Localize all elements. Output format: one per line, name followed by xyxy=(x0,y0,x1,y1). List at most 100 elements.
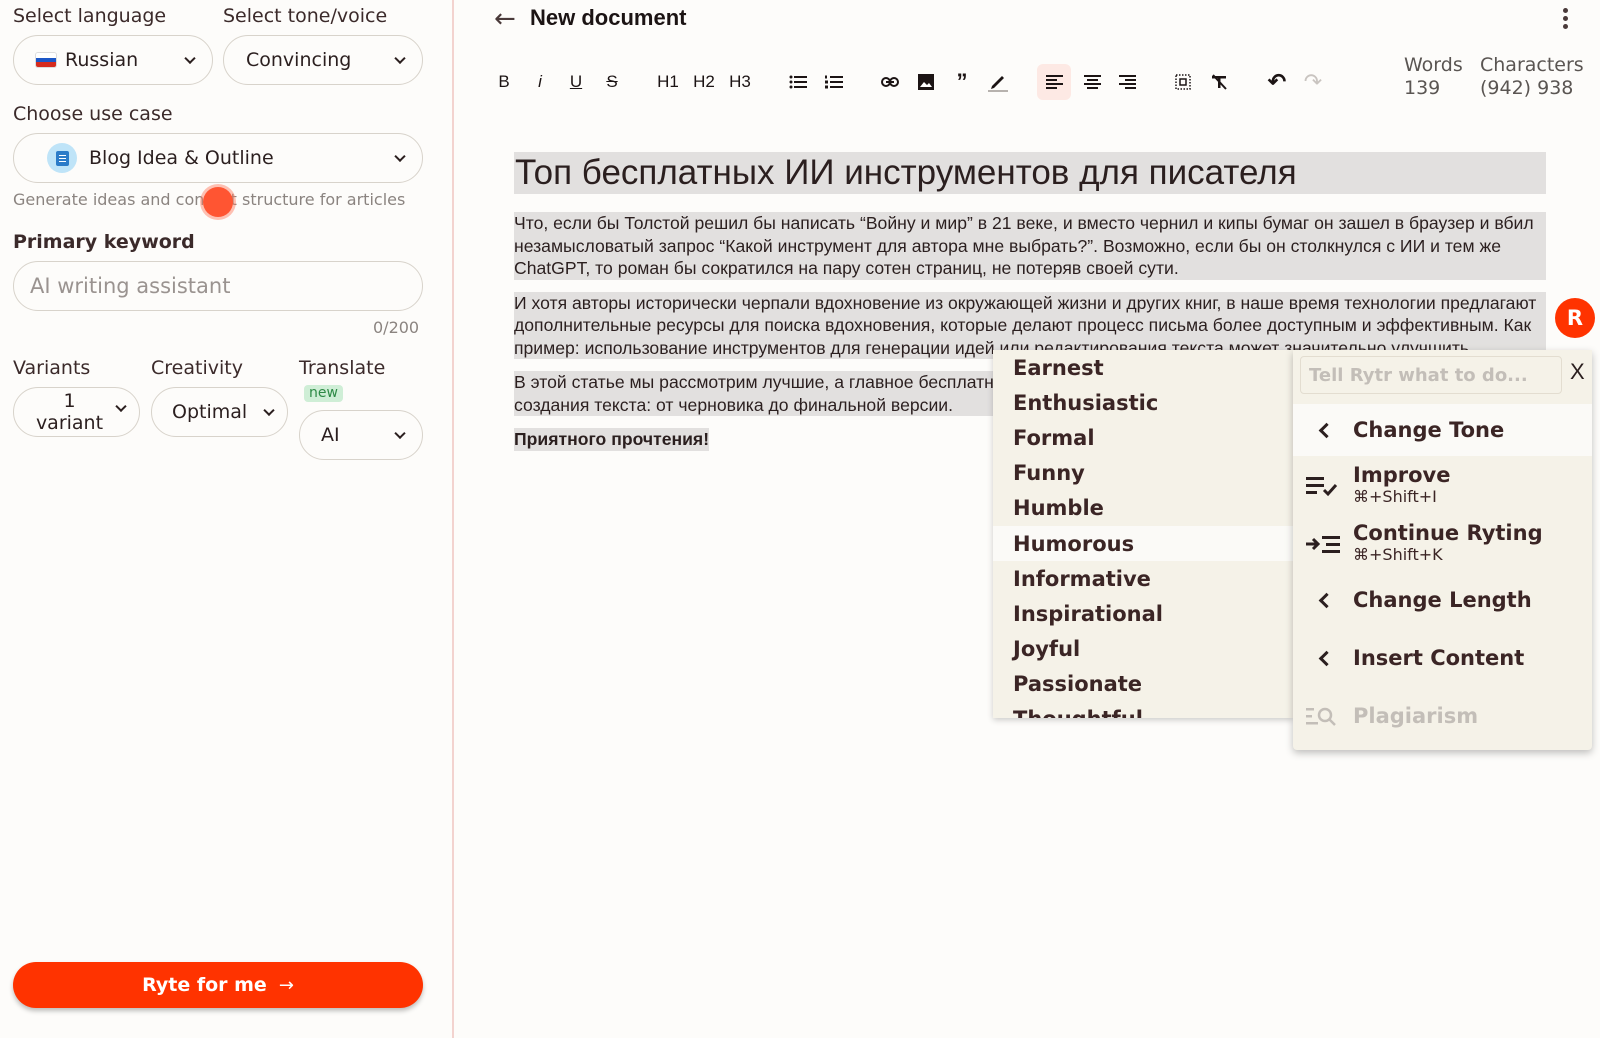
variants-value-count: 1 xyxy=(63,390,76,412)
align-left-icon xyxy=(1045,75,1063,89)
numbered-list-button[interactable] xyxy=(820,64,848,100)
tone-option-enthusiastic[interactable]: Enthusiastic xyxy=(993,385,1293,420)
tone-select[interactable]: Convincing xyxy=(223,35,423,85)
action-change-length[interactable]: Change Length xyxy=(1293,574,1592,626)
action-plagiarism[interactable]: Plagiarism xyxy=(1293,690,1592,742)
image-button[interactable] xyxy=(912,64,940,100)
action-label: Improve xyxy=(1353,463,1451,487)
rytr-action-panel: Tell Rytr what to do... X Change Tone Im… xyxy=(1293,350,1592,750)
tone-option-informative[interactable]: Informative xyxy=(993,561,1293,596)
heading3-button[interactable]: H3 xyxy=(725,64,755,100)
tone-option-humble[interactable]: Humble xyxy=(993,491,1293,526)
tone-option-formal[interactable]: Formal xyxy=(993,420,1293,455)
align-right-icon xyxy=(1118,75,1136,89)
ryte-button-label: Ryte for me xyxy=(142,974,267,996)
action-change-tone[interactable]: Change Tone xyxy=(1293,404,1592,456)
search-lines-icon xyxy=(1293,705,1353,727)
tone-option-thoughtful[interactable]: Thoughtful xyxy=(993,702,1293,718)
chevron-left-icon xyxy=(1293,592,1353,608)
italic-button[interactable]: i xyxy=(528,64,552,100)
align-center-button[interactable] xyxy=(1077,64,1107,100)
tone-value: Convincing xyxy=(246,49,352,71)
action-shortcut: ⌘+Shift+K xyxy=(1353,545,1443,564)
language-select[interactable]: Russian xyxy=(13,35,213,85)
creativity-select[interactable]: Optimal xyxy=(151,387,288,437)
chevron-left-icon xyxy=(1293,422,1353,438)
strikethrough-button[interactable]: S xyxy=(600,64,624,100)
closing-line[interactable]: Приятного прочтения! xyxy=(514,428,710,451)
usecase-select[interactable]: Blog Idea & Outline xyxy=(13,133,423,183)
highlight-button[interactable] xyxy=(984,64,1012,100)
redo-button[interactable]: ↷ xyxy=(1299,64,1327,100)
undo-button[interactable]: ↶ xyxy=(1263,64,1291,100)
pen-highlight-icon xyxy=(988,76,1008,92)
translate-select[interactable]: AI xyxy=(299,410,423,460)
new-badge: new xyxy=(304,385,343,402)
words-label: Words xyxy=(1404,54,1463,76)
rytr-prompt-input[interactable]: Tell Rytr what to do... xyxy=(1300,356,1562,394)
document-title[interactable]: New document xyxy=(530,5,686,31)
more-options-icon[interactable] xyxy=(1563,8,1569,30)
keyword-input[interactable]: AI writing assistant xyxy=(13,261,423,311)
underline-button[interactable]: U xyxy=(564,64,588,100)
tone-option-humorous[interactable]: Humorous xyxy=(993,525,1293,562)
tone-option-joyful[interactable]: Joyful xyxy=(993,632,1293,667)
chevron-down-icon xyxy=(184,52,196,65)
document-heading[interactable]: Топ бесплатных ИИ инструментов для писат… xyxy=(514,152,1546,194)
chevron-down-icon xyxy=(115,400,127,413)
close-icon[interactable]: X xyxy=(1570,359,1585,385)
action-label: Change Tone xyxy=(1353,418,1505,442)
chevron-down-icon xyxy=(263,404,275,417)
undo-icon: ↶ xyxy=(1267,69,1287,94)
chevron-down-icon xyxy=(394,52,406,65)
bullet-list-icon xyxy=(789,75,807,89)
tone-label: Select tone/voice xyxy=(223,5,388,27)
heading2-button[interactable]: H2 xyxy=(689,64,719,100)
words-value: 139 xyxy=(1404,77,1441,99)
link-icon xyxy=(881,77,899,87)
paragraph[interactable]: И хотя авторы исторически черпали вдохно… xyxy=(514,291,1546,359)
variants-select[interactable]: 1 variant xyxy=(13,387,140,437)
quote-button[interactable]: ” xyxy=(948,64,976,100)
creativity-value: Optimal xyxy=(172,401,248,423)
tone-option-inspirational[interactable]: Inspirational xyxy=(993,596,1293,631)
numbered-list-icon xyxy=(825,75,843,89)
quote-icon: ” xyxy=(956,69,968,94)
action-insert-content[interactable]: Insert Content xyxy=(1293,632,1592,684)
usecase-label: Choose use case xyxy=(13,103,173,125)
tone-option-earnest[interactable]: Earnest xyxy=(993,350,1293,385)
back-arrow-icon[interactable]: ← xyxy=(494,4,516,34)
bullet-list-button[interactable] xyxy=(784,64,812,100)
select-box-icon xyxy=(1175,74,1191,90)
select-all-button[interactable] xyxy=(1169,64,1197,100)
align-left-button[interactable] xyxy=(1037,64,1071,100)
heading1-button[interactable]: H1 xyxy=(653,64,683,100)
paragraph[interactable]: Что, если бы Толстой решил бы написать “… xyxy=(514,212,1546,280)
creativity-label: Creativity xyxy=(151,357,243,379)
variants-value-unit: variant xyxy=(35,412,104,434)
improve-icon xyxy=(1293,475,1353,497)
document-icon xyxy=(47,143,77,173)
redo-icon: ↷ xyxy=(1303,69,1323,94)
tone-option-passionate[interactable]: Passionate xyxy=(993,667,1293,702)
clear-formatting-button[interactable] xyxy=(1205,64,1233,100)
sidebar: Select language Select tone/voice Russia… xyxy=(0,0,454,1038)
word-count: Words 139 xyxy=(1404,54,1463,100)
tone-option-funny[interactable]: Funny xyxy=(993,456,1293,491)
variants-label: Variants xyxy=(13,357,91,379)
ryte-for-me-button[interactable]: Ryte for me → xyxy=(13,962,423,1008)
rytr-assistant-button[interactable]: R xyxy=(1555,298,1595,338)
action-label: Plagiarism xyxy=(1353,704,1479,728)
link-button[interactable] xyxy=(876,64,904,100)
bold-button[interactable]: B xyxy=(492,64,516,100)
action-text: Improve ⌘+Shift+I xyxy=(1353,464,1450,508)
chevron-left-icon xyxy=(1293,650,1353,666)
character-count: Characters (942) 938 xyxy=(1480,54,1584,100)
action-improve[interactable]: Improve ⌘+Shift+I xyxy=(1293,460,1592,512)
action-continue-ryting[interactable]: Continue Ryting ⌘+Shift+K xyxy=(1293,518,1592,570)
translate-value: AI xyxy=(321,424,340,446)
align-right-button[interactable] xyxy=(1112,64,1142,100)
image-icon xyxy=(918,74,934,90)
characters-label: Characters xyxy=(1480,54,1584,76)
language-label: Select language xyxy=(13,5,167,27)
